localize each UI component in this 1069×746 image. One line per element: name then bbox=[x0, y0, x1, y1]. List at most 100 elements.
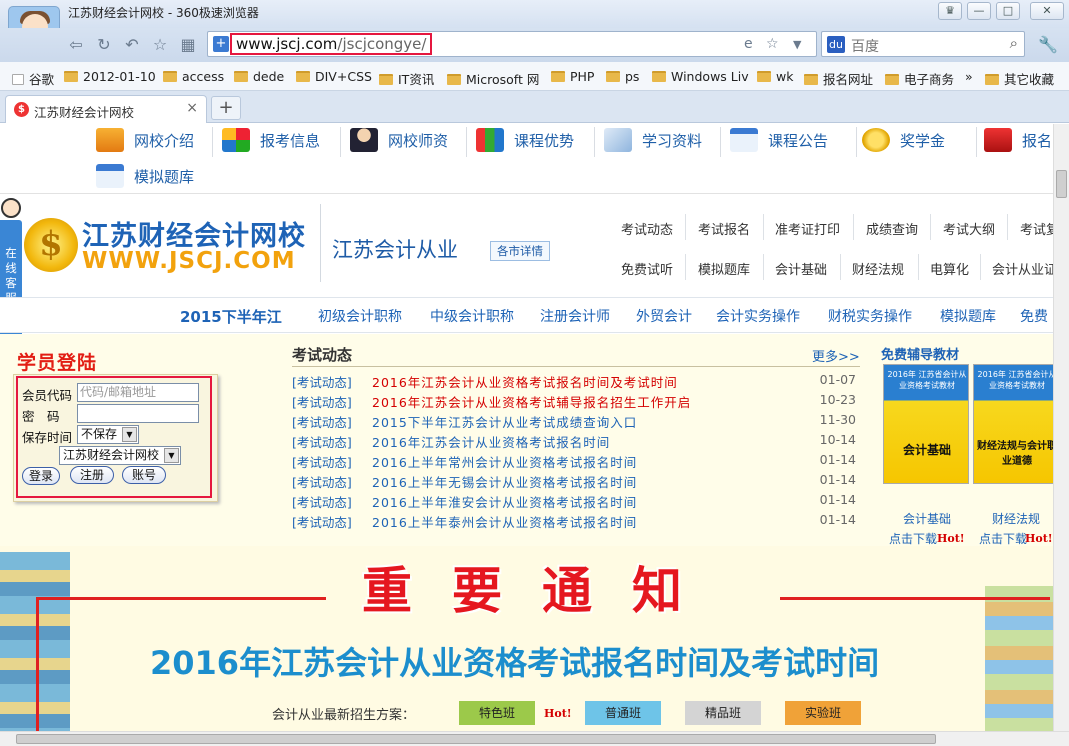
refresh-icon[interactable]: ↻ bbox=[94, 35, 114, 55]
tools-wrench-icon[interactable]: 🔧 bbox=[1034, 35, 1062, 55]
city-details-button[interactable]: 各市详情 bbox=[490, 241, 550, 261]
subnav-lead[interactable]: 2015下半年江 bbox=[180, 306, 282, 327]
news-title-link[interactable]: 2016年江苏会计从业资格考试报名时间及考试时间 bbox=[372, 372, 678, 391]
link-admission-print[interactable]: 准考证打印 bbox=[775, 219, 840, 238]
news-category[interactable]: [考试动态] bbox=[292, 452, 352, 471]
link-exam-review[interactable]: 考试复 bbox=[1020, 219, 1053, 238]
book-caption[interactable]: 会计基础 bbox=[903, 510, 951, 527]
news-title-link[interactable]: 2016上半年常州会计从业资格考试报名时间 bbox=[372, 452, 637, 471]
bookmark-folder[interactable]: Windows Liv bbox=[652, 69, 749, 84]
other-bookmarks-folder[interactable]: 其它收藏 bbox=[985, 69, 1054, 88]
minimize-button[interactable]: — bbox=[967, 2, 991, 20]
account-button[interactable]: 账号 bbox=[122, 466, 166, 484]
news-more-link[interactable]: 更多>> bbox=[812, 346, 860, 365]
subnav-item[interactable]: 模拟题库 bbox=[940, 306, 996, 326]
search-icon[interactable]: ⌕ bbox=[1010, 34, 1018, 52]
download-link[interactable]: 点击下载 bbox=[979, 530, 1027, 547]
maximize-button[interactable]: □ bbox=[996, 2, 1020, 20]
news-row[interactable]: [考试动态] 2016上半年常州会计从业资格考试报名时间 01-14 bbox=[292, 452, 860, 472]
link-finance-law[interactable]: 财经法规 bbox=[852, 259, 904, 278]
skin-button[interactable]: ♛ bbox=[938, 2, 962, 20]
link-computerized-accounting[interactable]: 电算化 bbox=[930, 259, 969, 278]
site-logo[interactable]: $ 江苏财经会计网校 WWW.JSCJ.COM bbox=[24, 214, 314, 278]
news-title-link[interactable]: 2016上半年无锡会计从业资格考试报名时间 bbox=[372, 472, 637, 491]
bookmark-folder[interactable]: access bbox=[163, 69, 224, 84]
bookmark-folder[interactable]: PHP bbox=[551, 69, 594, 84]
bookmark-folder[interactable]: ps bbox=[606, 69, 639, 84]
close-tab-icon[interactable]: × bbox=[186, 100, 198, 116]
news-title-link[interactable]: 2016上半年泰州会计从业资格考试报名时间 bbox=[372, 512, 637, 531]
plan-button-regular[interactable]: 普通班 bbox=[585, 701, 661, 725]
news-title-link[interactable]: 2016年江苏会计从业资格考试报名时间 bbox=[372, 432, 610, 451]
member-code-input[interactable]: 代码/邮箱地址 bbox=[77, 383, 199, 402]
bookmark-star-icon[interactable]: ☆ bbox=[766, 36, 779, 52]
news-category[interactable]: [考试动态] bbox=[292, 472, 352, 491]
history-dropdown-icon[interactable]: ▼ bbox=[793, 38, 801, 51]
news-category[interactable]: [考试动态] bbox=[292, 372, 352, 391]
news-row[interactable]: [考试动态] 2016上半年无锡会计从业资格考试报名时间 01-14 bbox=[292, 472, 860, 492]
plan-button-premium[interactable]: 精品班 bbox=[685, 701, 761, 725]
nav-materials[interactable]: 学习资料 bbox=[604, 125, 702, 158]
bookmark-item[interactable]: 谷歌 bbox=[12, 69, 54, 88]
news-category[interactable]: [考试动态] bbox=[292, 512, 352, 531]
news-title-link[interactable]: 2015下半年江苏会计从业考试成绩查询入口 bbox=[372, 412, 637, 431]
nav-notices[interactable]: 课程公告 bbox=[730, 125, 828, 158]
book-cover-accounting-basics[interactable]: 2016年 江苏省会计从业资格考试教材 会计基础 bbox=[883, 364, 969, 484]
search-box[interactable]: du 百度 ⌕ bbox=[821, 31, 1025, 57]
bookmark-folder[interactable]: 电子商务 bbox=[885, 69, 954, 88]
keep-time-select[interactable]: 不保存 ▼ bbox=[77, 425, 139, 444]
bookmark-folder[interactable]: wk bbox=[757, 69, 793, 84]
news-title-link[interactable]: 2016年江苏会计从业资格考试辅导报名招生工作开启 bbox=[372, 392, 691, 411]
subnav-item[interactable]: 外贸会计 bbox=[636, 306, 692, 326]
subnav-item[interactable]: 初级会计职称 bbox=[318, 306, 402, 326]
url-text[interactable]: www.jscj.com/jscjcongye/ bbox=[230, 33, 433, 55]
link-free-trial[interactable]: 免费试听 bbox=[621, 259, 673, 278]
plan-button-lab[interactable]: 实验班 bbox=[785, 701, 861, 725]
register-button[interactable]: 注册 bbox=[70, 466, 114, 484]
address-bar[interactable]: + www.jscj.com/jscjcongye/ e ☆ ▼ bbox=[207, 31, 817, 57]
news-category[interactable]: [考试动态] bbox=[292, 492, 352, 511]
link-syllabus[interactable]: 考试大纲 bbox=[943, 219, 995, 238]
nav-scholarship[interactable]: 奖学金 bbox=[862, 125, 945, 158]
news-row[interactable]: [考试动态] 2015下半年江苏会计从业考试成绩查询入口 11-30 bbox=[292, 412, 860, 432]
news-row[interactable]: [考试动态] 2016上半年泰州会计从业资格考试报名时间 01-14 bbox=[292, 512, 860, 532]
link-exam-news[interactable]: 考试动态 bbox=[621, 219, 673, 238]
favorite-star-icon[interactable]: ☆ bbox=[150, 35, 170, 55]
apps-grid-icon[interactable]: ▦ bbox=[178, 35, 198, 55]
news-row[interactable]: [考试动态] 2016年江苏会计从业资格考试报名时间及考试时间 01-07 bbox=[292, 372, 860, 392]
back-icon[interactable]: ⇦ bbox=[66, 35, 86, 55]
horizontal-scrollbar[interactable] bbox=[0, 731, 1069, 746]
nav-register[interactable]: 报名 bbox=[984, 125, 1052, 158]
bookmark-folder[interactable]: Microsoft 网 bbox=[447, 69, 539, 88]
news-category[interactable]: [考试动态] bbox=[292, 412, 352, 431]
subnav-item[interactable]: 注册会计师 bbox=[540, 306, 610, 326]
bookmark-folder[interactable]: DIV+CSS bbox=[296, 69, 372, 84]
subnav-item[interactable]: 会计实务操作 bbox=[716, 306, 800, 326]
notice-banner[interactable]: 重要通知 2016年江苏会计从业资格考试报名时间及考试时间 会计从业最新招生方案… bbox=[0, 546, 1053, 731]
nav-advantages[interactable]: 课程优势 bbox=[476, 125, 574, 158]
link-score-query[interactable]: 成绩查询 bbox=[866, 219, 918, 238]
news-row[interactable]: [考试动态] 2016年江苏会计从业资格考试辅导报名招生工作开启 10-23 bbox=[292, 392, 860, 412]
subnav-item[interactable]: 免费 bbox=[1020, 306, 1048, 326]
news-category[interactable]: [考试动态] bbox=[292, 392, 352, 411]
subnav-item[interactable]: 中级会计职称 bbox=[430, 306, 514, 326]
link-accounting-basics[interactable]: 会计基础 bbox=[775, 259, 827, 278]
active-tab[interactable]: $ 江苏财经会计网校 × bbox=[5, 95, 207, 123]
nav-about[interactable]: 网校介绍 bbox=[96, 125, 194, 158]
news-row[interactable]: [考试动态] 2016上半年淮安会计从业资格考试报名时间 01-14 bbox=[292, 492, 860, 512]
link-accounting-cert[interactable]: 会计从业证 bbox=[992, 259, 1053, 278]
download-link[interactable]: 点击下载 bbox=[889, 530, 937, 547]
plan-button-special[interactable]: 特色班 bbox=[459, 701, 535, 725]
password-input[interactable] bbox=[77, 404, 199, 423]
login-button[interactable]: 登录 bbox=[22, 467, 60, 485]
book-cover-finance-law[interactable]: 2016年 江苏省会计从业资格考试教材 财经法规与会计职业道德 bbox=[973, 364, 1053, 484]
nav-exam-info[interactable]: 报考信息 bbox=[222, 125, 320, 158]
nav-mock-exams[interactable]: 模拟题库 bbox=[96, 161, 194, 194]
nav-teachers[interactable]: 网校师资 bbox=[350, 125, 448, 158]
bookmark-folder[interactable]: IT资讯 bbox=[379, 69, 434, 88]
bookmarks-overflow[interactable]: » bbox=[965, 69, 973, 84]
book-caption[interactable]: 财经法规 bbox=[992, 510, 1040, 527]
link-exam-register[interactable]: 考试报名 bbox=[698, 219, 750, 238]
new-tab-button[interactable]: + bbox=[211, 96, 241, 120]
news-row[interactable]: [考试动态] 2016年江苏会计从业资格考试报名时间 10-14 bbox=[292, 432, 860, 452]
